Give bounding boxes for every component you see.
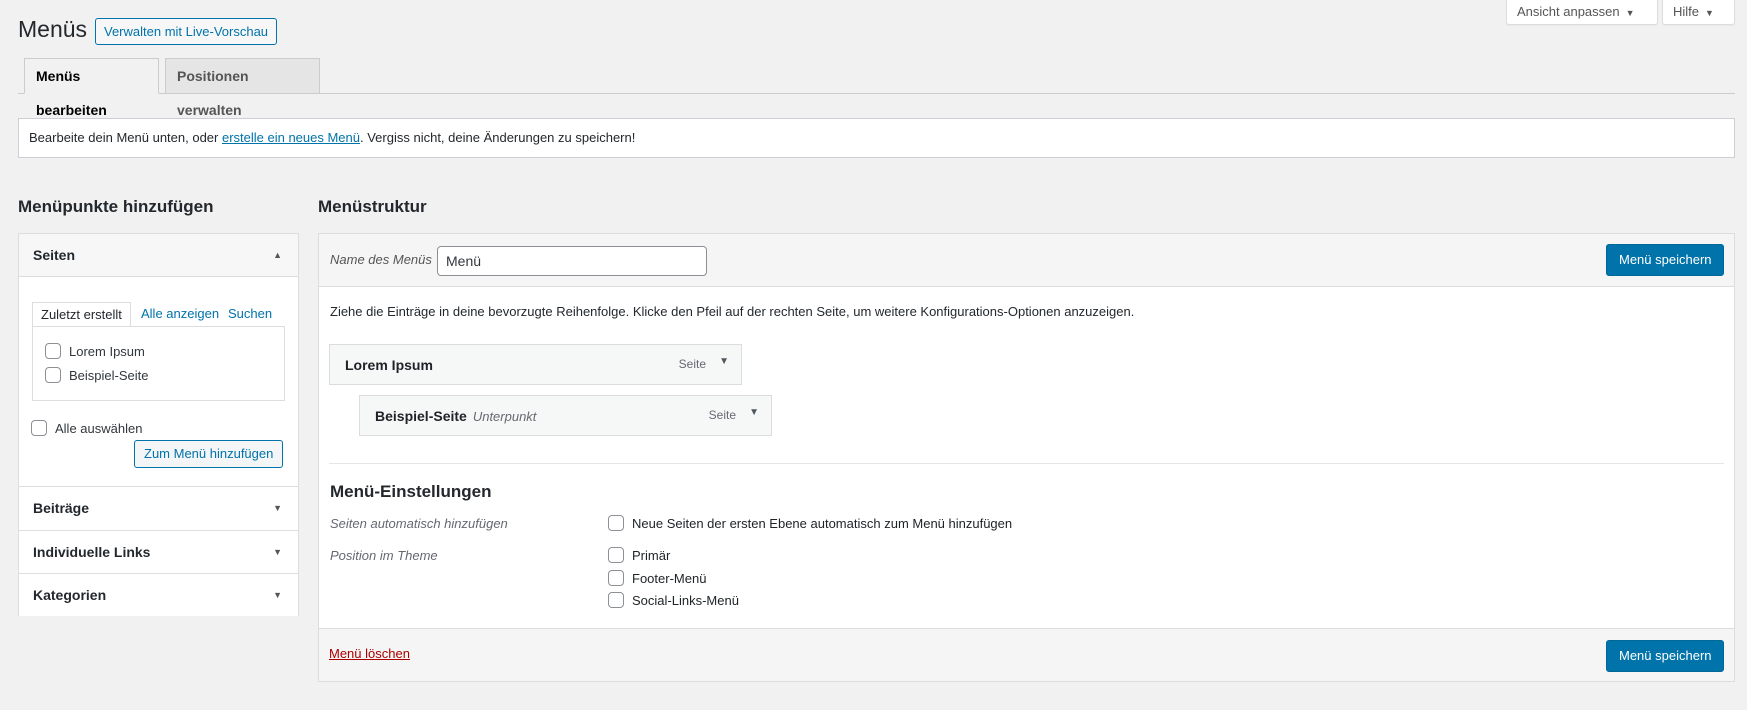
custom-links-section-label: Individuelle Links: [33, 544, 151, 560]
menu-item-beispiel-seite[interactable]: Beispiel-Seite Unterpunkt Seite ▼: [359, 395, 772, 436]
location-checkbox[interactable]: [608, 570, 624, 587]
menu-footer-bar: Menü löschen: [319, 628, 1734, 681]
add-to-menu-button[interactable]: Zum Menü hinzufügen: [134, 440, 284, 468]
menu-settings-title: Menü-Einstellungen: [330, 482, 492, 501]
list-item[interactable]: Lorem Ipsum: [45, 343, 145, 360]
live-preview-button[interactable]: Verwalten mit Live-Vorschau: [95, 18, 278, 45]
caret-down-icon: ▼: [273, 590, 282, 600]
pages-panel: Seiten ▲ Zuletzt erstellt Alle anzeigen …: [18, 233, 299, 487]
menu-management-box: Name des Menüs Menü Menü speichern Ziehe…: [318, 233, 1735, 682]
tab-recent[interactable]: Zuletzt erstellt: [32, 302, 131, 327]
caret-down-icon: ▼: [1625, 8, 1635, 18]
drag-instructions: Ziehe die Einträge in deine bevorzugte R…: [330, 304, 1135, 319]
help-toggle[interactable]: Hilfe ▼: [1662, 0, 1735, 25]
select-all-checkbox[interactable]: [31, 420, 47, 437]
expand-arrow-icon[interactable]: ▼: [749, 407, 759, 418]
menu-item-title: Lorem Ipsum: [345, 357, 433, 373]
delete-menu-link[interactable]: Menü löschen: [329, 646, 410, 661]
create-new-menu-link[interactable]: erstelle ein neues Menü: [222, 130, 360, 145]
list-item[interactable]: Beispiel-Seite: [45, 367, 149, 384]
auto-add-text: Neue Seiten der ersten Ebene automatisch…: [632, 516, 1013, 531]
custom-links-section-header[interactable]: Individuelle Links ▼: [19, 530, 298, 573]
location-label: Social-Links-Menü: [632, 593, 739, 608]
other-sections-panel: Beiträge ▼ Individuelle Links ▼ Kategori…: [18, 487, 299, 616]
caret-down-icon: ▼: [1705, 8, 1714, 18]
auto-add-checkbox[interactable]: [608, 515, 624, 532]
categories-section-header[interactable]: Kategorien ▼: [19, 573, 298, 616]
save-menu-button-bottom[interactable]: Menü speichern: [1606, 640, 1724, 672]
notice-text-before: Bearbeite dein Menü unten, oder: [29, 130, 222, 145]
menu-header-bar: Name des Menüs Menü Menü speichern: [319, 234, 1734, 287]
pages-list-panel: Lorem Ipsum Beispiel-Seite: [32, 326, 285, 401]
auto-add-label: Seiten automatisch hinzufügen: [330, 516, 508, 531]
page-checkbox[interactable]: [45, 367, 61, 384]
page-label: Lorem Ipsum: [69, 344, 145, 359]
screen-options-label: Ansicht anpassen: [1517, 4, 1620, 19]
pages-section-label: Seiten: [33, 247, 76, 263]
tab-search[interactable]: Suchen: [228, 302, 272, 326]
menu-item-title-text: Beispiel-Seite: [375, 408, 467, 424]
notice-text-after: . Vergiss nicht, deine Änderungen zu spe…: [360, 130, 636, 145]
settings-divider: [329, 463, 1724, 464]
tab-view-all[interactable]: Alle anzeigen: [141, 302, 219, 326]
menu-item-type: Seite: [708, 408, 736, 422]
info-notice: Bearbeite dein Menü unten, oder erstelle…: [18, 118, 1735, 158]
page-title: Menüs: [18, 16, 88, 42]
location-primary[interactable]: Primär: [608, 547, 671, 564]
location-checkbox[interactable]: [608, 592, 624, 609]
tab-manage-locations[interactable]: Positionen verwalten: [165, 58, 320, 118]
select-all-row[interactable]: Alle auswählen: [31, 420, 143, 437]
location-footer[interactable]: Footer-Menü: [608, 570, 707, 587]
page-label: Beispiel-Seite: [69, 368, 149, 383]
pages-section-header[interactable]: Seiten ▲: [19, 234, 298, 277]
caret-down-icon: ▼: [273, 503, 282, 513]
help-label: Hilfe: [1673, 4, 1700, 19]
screen-options-toggle[interactable]: Ansicht anpassen ▼: [1506, 0, 1658, 25]
menu-item-title: Beispiel-Seite Unterpunkt: [375, 408, 536, 424]
menu-item-type: Seite: [678, 357, 706, 371]
auto-add-option[interactable]: Neue Seiten der ersten Ebene automatisch…: [608, 515, 1013, 532]
location-label: Footer-Menü: [632, 571, 707, 586]
theme-position-label: Position im Theme: [330, 548, 438, 563]
add-menu-items-title: Menüpunkte hinzufügen: [18, 197, 214, 216]
caret-up-icon: ▲: [273, 250, 282, 260]
tab-edit-menus[interactable]: Menüs bearbeiten: [24, 58, 159, 118]
menu-name-input[interactable]: Menü: [437, 246, 707, 276]
menu-item-title-text: Lorem Ipsum: [345, 357, 433, 373]
page-checkbox[interactable]: [45, 343, 61, 360]
location-social[interactable]: Social-Links-Menü: [608, 592, 739, 609]
caret-down-icon: ▼: [273, 547, 282, 557]
posts-section-label: Beiträge: [33, 500, 90, 516]
location-label: Primär: [632, 548, 671, 563]
menu-name-label: Name des Menüs: [330, 252, 432, 267]
categories-section-label: Kategorien: [33, 587, 107, 603]
location-checkbox[interactable]: [608, 547, 624, 564]
posts-section-header[interactable]: Beiträge ▼: [19, 487, 298, 530]
menu-item-subitem-label: Unterpunkt: [472, 409, 537, 424]
expand-arrow-icon[interactable]: ▼: [719, 356, 729, 367]
save-menu-button-top[interactable]: Menü speichern: [1606, 244, 1724, 276]
menu-structure-title: Menüstruktur: [318, 197, 427, 216]
select-all-label: Alle auswählen: [55, 421, 143, 436]
menu-item-lorem-ipsum[interactable]: Lorem Ipsum Seite ▼: [329, 344, 742, 385]
